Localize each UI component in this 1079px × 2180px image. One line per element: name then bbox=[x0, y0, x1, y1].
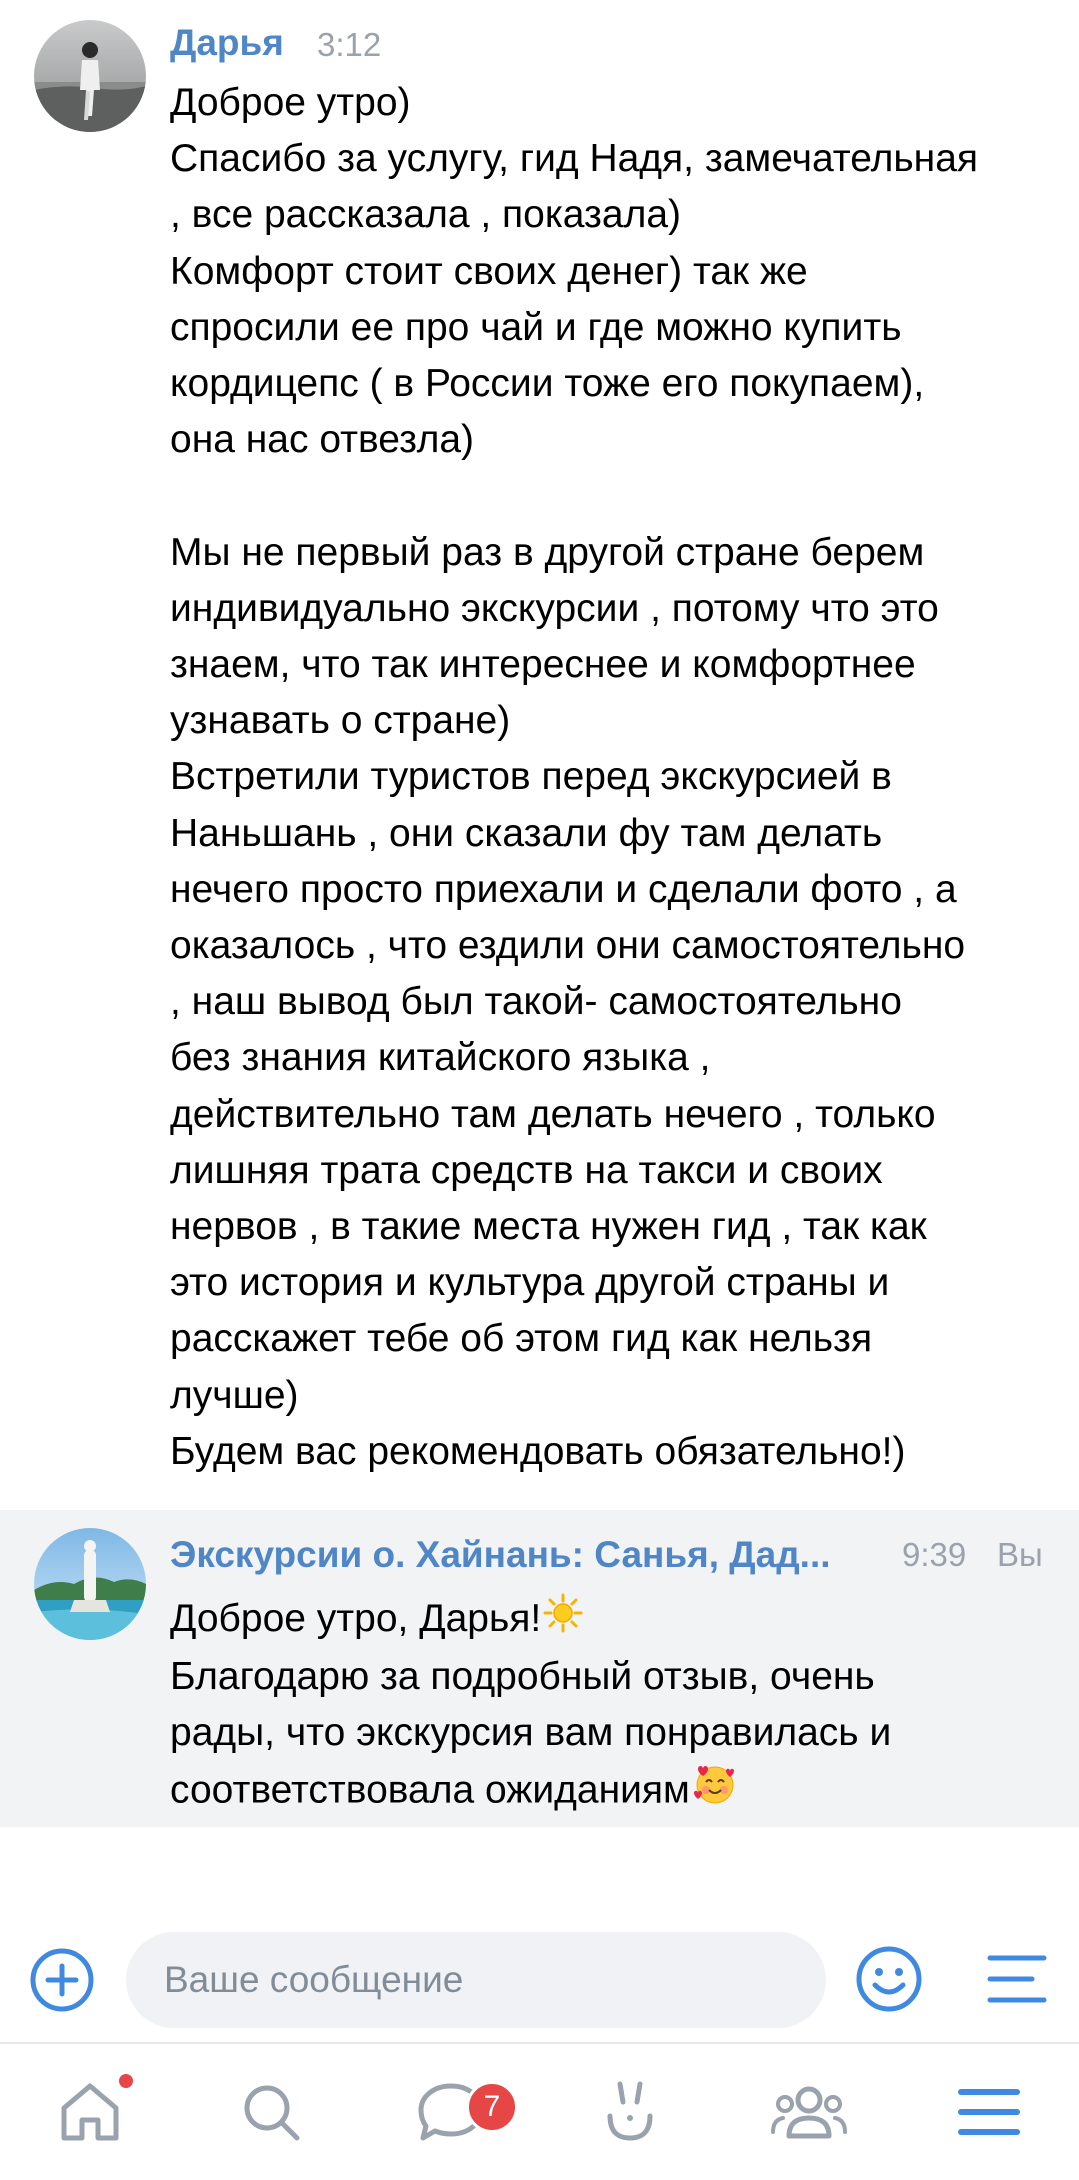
home-icon bbox=[61, 2083, 119, 2141]
unread-badge: 7 bbox=[466, 2081, 518, 2133]
message-line-text: Доброе утро, Дарья! bbox=[170, 1597, 542, 1640]
message-line: кордицепс ( в России тоже его покупаем), bbox=[170, 362, 925, 406]
message-author[interactable]: Экскурсии о. Хайнань: Санья, Дад... bbox=[170, 1534, 875, 1576]
message-input[interactable] bbox=[126, 1932, 826, 2028]
message-line: расскажет тебе об этом гид как нельзя bbox=[170, 1317, 873, 1361]
smiling-face-with-hearts-emoji bbox=[692, 1761, 738, 1823]
emoji-button[interactable] bbox=[854, 1944, 924, 2014]
avatar[interactable] bbox=[34, 1528, 146, 1640]
message-line: Наньшань , они сказали фу там делать bbox=[170, 811, 883, 855]
message-line: Доброе утро) bbox=[170, 81, 411, 124]
message-line bbox=[170, 468, 1060, 524]
message-time: 9:39 bbox=[902, 1536, 967, 1573]
clips-icon bbox=[607, 2081, 653, 2141]
search-icon bbox=[244, 2085, 300, 2141]
tab-menu[interactable] bbox=[939, 2068, 1039, 2156]
message-line: оказалось , что ездили они самостоятельн… bbox=[170, 924, 966, 968]
message-line: действительно там делать нечего , только bbox=[170, 1092, 936, 1136]
friends-icon bbox=[771, 2086, 847, 2139]
plus-circle-icon bbox=[30, 1948, 94, 2012]
menu-icon bbox=[958, 2089, 1020, 2135]
tab-clips[interactable] bbox=[580, 2068, 680, 2156]
message-line: лишняя трата средств на такси и своих bbox=[170, 1148, 883, 1192]
message-line: Спасибо за услугу, гид Надя, замечательн… bbox=[170, 137, 979, 181]
message-line: без знания китайского языка , bbox=[170, 1036, 711, 1080]
message-author[interactable]: Дарья bbox=[170, 22, 284, 64]
message-line: спросили ее про чай и где можно купить bbox=[170, 305, 902, 349]
message-line: Будем вас рекомендовать обязательно!) bbox=[170, 1429, 906, 1473]
message-line-text: соответствовала ожиданиям bbox=[170, 1768, 690, 1812]
message-text: Доброе утро, Дарья! Благодарю за подробн… bbox=[170, 1591, 1060, 1823]
lines-menu-icon bbox=[987, 1955, 1047, 2003]
message-line: , наш вывод был такой- самостоятельно bbox=[170, 980, 902, 1024]
message-item[interactable]: Экскурсии о. Хайнань: Санья, Дад... 9:39… bbox=[0, 1510, 1079, 1827]
message-line: индивидуально экскурсии , потому что это bbox=[170, 586, 939, 630]
message-line: , все рассказала , показала) bbox=[170, 193, 682, 237]
notification-dot bbox=[119, 2074, 133, 2088]
you-label: Вы bbox=[997, 1536, 1043, 1573]
chat-screen: Дарья 3:12 Доброе утро) Спасибо за услуг… bbox=[0, 0, 1079, 2180]
message-line: Доброе утро, Дарья! bbox=[170, 1591, 1060, 1649]
bottom-navigation: 7 bbox=[0, 2042, 1079, 2180]
message-line: Мы не первый раз в другой стране берем bbox=[170, 530, 925, 574]
message-time: 3:12 bbox=[317, 26, 382, 63]
sun-emoji bbox=[543, 1593, 583, 1649]
message-line: лучше) bbox=[170, 1373, 299, 1417]
tab-search[interactable] bbox=[221, 2068, 321, 2156]
message-line: знаем, что так интереснее и комфортнее bbox=[170, 643, 916, 687]
smile-icon bbox=[856, 1946, 922, 2012]
attach-button[interactable] bbox=[28, 1946, 96, 2014]
message-line: Встретили туристов перед экскурсией в bbox=[170, 755, 892, 799]
message-line: нервов , в такие места нужен гид , так к… bbox=[170, 1205, 927, 1249]
message-line: это история и культура другой страны и bbox=[170, 1261, 890, 1305]
message-line: соответствовала ожиданиям bbox=[170, 1761, 1060, 1823]
message-line: Комфорт стоит своих денег) так же bbox=[170, 249, 808, 293]
message-line: нечего просто приехали и сделали фото , … bbox=[170, 867, 957, 911]
message-line: Благодарю за подробный отзыв, очень bbox=[170, 1654, 875, 1698]
message-composer bbox=[0, 1920, 1079, 2040]
message-line: она нас отвезла) bbox=[170, 418, 475, 462]
avatar[interactable] bbox=[34, 20, 146, 132]
message-item[interactable]: Дарья 3:12 Доброе утро) Спасибо за услуг… bbox=[0, 0, 1079, 1510]
message-line: рады, что экскурсия вам понравилась и bbox=[170, 1711, 892, 1754]
keyboard-menu-button[interactable] bbox=[986, 1946, 1048, 2012]
message-text: Доброе утро) Спасибо за услугу, гид Надя… bbox=[170, 75, 1060, 1480]
message-line: узнавать о стране) bbox=[170, 699, 511, 743]
tab-friends[interactable] bbox=[759, 2068, 859, 2156]
